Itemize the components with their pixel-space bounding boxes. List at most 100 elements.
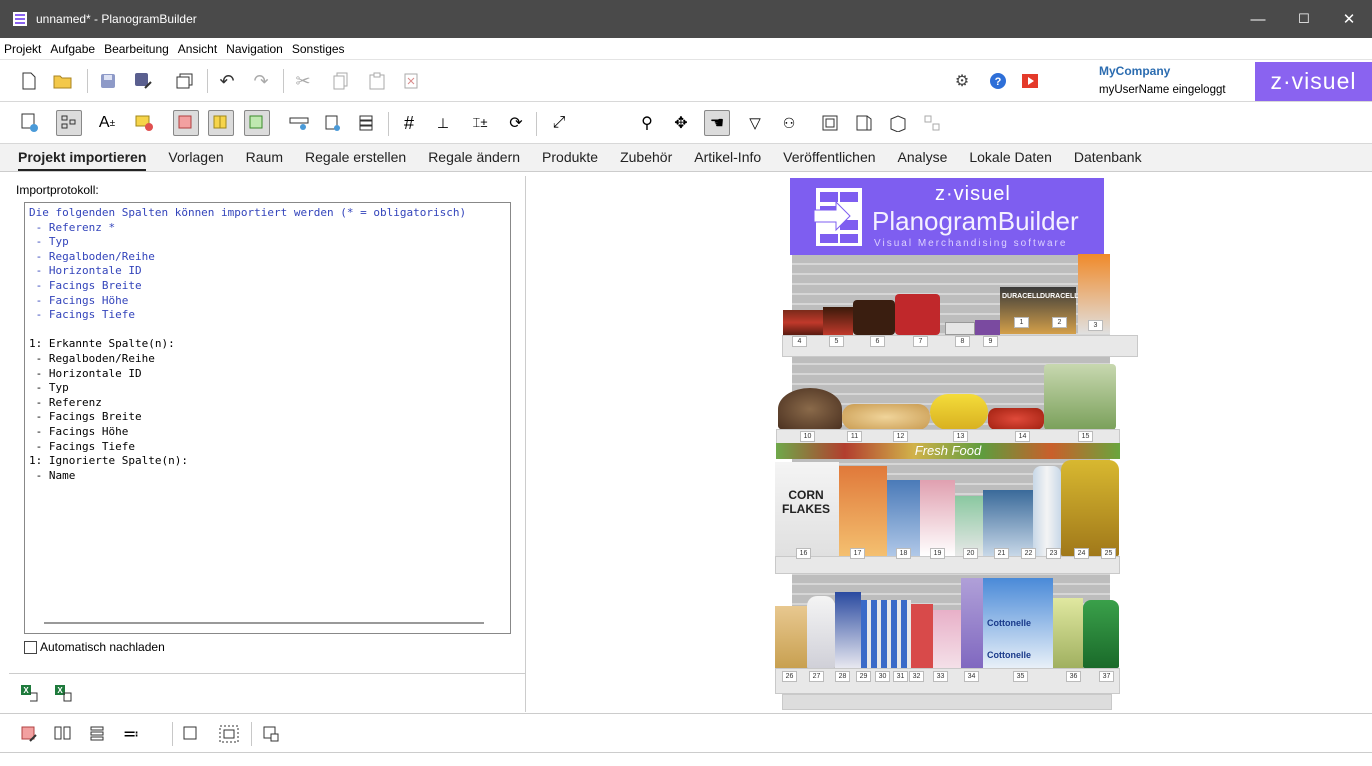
rolls-product[interactable] — [842, 404, 930, 430]
ruler-icon[interactable] — [286, 110, 312, 136]
expand-icon[interactable]: ⤢ — [546, 110, 572, 136]
corn-flakes-product[interactable]: CORN FLAKES — [775, 462, 839, 556]
autoload-checkbox[interactable]: Automatisch nachladen — [24, 640, 165, 654]
tab-projekt-importieren[interactable]: Projekt importieren — [18, 149, 147, 171]
text-size-icon[interactable]: A ± — [94, 110, 120, 136]
save-as-icon[interactable] — [132, 70, 154, 92]
banana-product[interactable] — [930, 394, 988, 430]
menu-ansicht[interactable]: Ansicht — [178, 42, 217, 56]
side-view-icon[interactable] — [851, 110, 877, 136]
detergent-product[interactable] — [1083, 600, 1119, 668]
copy-window-icon[interactable] — [174, 70, 196, 92]
tab-produkte[interactable]: Produkte — [542, 149, 598, 171]
tab-regale-aendern[interactable]: Regale ändern — [428, 149, 520, 171]
oil-bottle-product[interactable] — [1061, 460, 1119, 556]
cereal-product[interactable] — [887, 480, 920, 556]
water-bottle-product[interactable] — [1033, 466, 1061, 556]
shelf-green-icon[interactable] — [244, 110, 270, 136]
undo-icon[interactable]: ↶ — [216, 70, 238, 92]
jar-product[interactable] — [955, 496, 983, 556]
edit-spacing-icon[interactable]: ≕ — [120, 723, 142, 745]
spray-product[interactable] — [961, 578, 983, 668]
tab-raum[interactable]: Raum — [246, 149, 283, 171]
copy-icon[interactable] — [330, 70, 352, 92]
walk-icon[interactable]: ⚇ — [776, 110, 802, 136]
grid-icon[interactable]: # — [396, 110, 422, 136]
menu-navigation[interactable]: Navigation — [226, 42, 283, 56]
spacing-adjust-icon[interactable]: ⌶± — [467, 110, 493, 136]
horizontal-scrollbar[interactable] — [44, 622, 484, 624]
export-view-icon[interactable] — [260, 723, 282, 745]
video-play-icon[interactable] — [1019, 70, 1041, 92]
tab-artikel-info[interactable]: Artikel-Info — [694, 149, 761, 171]
close-button[interactable]: ✕ — [1326, 0, 1372, 38]
chocolate-bar-product[interactable] — [783, 310, 823, 335]
stacked-view-icon[interactable] — [354, 110, 380, 136]
product-highlight-icon[interactable] — [131, 110, 157, 136]
paste-icon[interactable] — [366, 70, 388, 92]
label-view-icon[interactable] — [320, 110, 346, 136]
help-icon[interactable]: ? — [987, 70, 1009, 92]
rice-product[interactable] — [839, 466, 887, 556]
settings-gear-icon[interactable]: ⚙ — [951, 70, 973, 92]
perspective-icon[interactable]: ▽ — [742, 110, 768, 136]
align-bottom-icon[interactable]: ⊥ — [430, 110, 456, 136]
save-icon[interactable] — [97, 70, 119, 92]
biscuits-product[interactable] — [920, 480, 955, 556]
tab-datenbank[interactable]: Datenbank — [1074, 149, 1142, 171]
tab-vorlagen[interactable]: Vorlagen — [168, 149, 223, 171]
edit-columns-icon[interactable] — [52, 723, 74, 745]
kitkat-product[interactable] — [895, 294, 940, 335]
maximize-button[interactable]: ☐ — [1281, 0, 1327, 38]
candy-product[interactable] — [975, 320, 1000, 335]
toilet-paper-product[interactable]: Cottonelle Cottonelle — [983, 578, 1053, 668]
menu-aufgabe[interactable]: Aufgabe — [50, 42, 95, 56]
new-file-icon[interactable] — [18, 70, 40, 92]
tab-regale-erstellen[interactable]: Regale erstellen — [305, 149, 406, 171]
gum-product[interactable] — [945, 322, 975, 335]
pan-hand-icon[interactable]: ☚ — [704, 110, 730, 136]
cans-product[interactable] — [983, 490, 1033, 556]
shampoo-product[interactable] — [775, 606, 807, 668]
menu-projekt[interactable]: Projekt — [4, 42, 41, 56]
orbit-icon[interactable]: ✥ — [668, 110, 694, 136]
shelf-view-icon[interactable] — [173, 110, 199, 136]
tissues-product[interactable] — [933, 610, 961, 668]
tomato-product[interactable] — [988, 408, 1044, 430]
open-folder-icon[interactable] — [52, 70, 74, 92]
tab-zubehoer[interactable]: Zubehör — [620, 149, 672, 171]
select-group-icon[interactable] — [218, 723, 240, 745]
cut-icon[interactable]: ✂ — [292, 70, 314, 92]
edit-rows-icon[interactable] — [87, 723, 109, 745]
import-log[interactable]: Die folgenden Spalten können importiert … — [24, 202, 511, 634]
list-view-icon[interactable] — [17, 110, 43, 136]
bread-product[interactable] — [778, 388, 842, 430]
deodorant-product[interactable] — [835, 592, 861, 668]
redo-icon[interactable]: ↷ — [250, 70, 272, 92]
3d-view-icon[interactable] — [885, 110, 911, 136]
excel-export-icon[interactable]: X — [54, 684, 74, 702]
toothbrush-product[interactable] — [911, 604, 933, 668]
toothpaste-product[interactable] — [861, 600, 911, 668]
shelf-split-icon[interactable] — [208, 110, 234, 136]
lotion-product[interactable] — [807, 596, 835, 668]
tab-veroeffentlichen[interactable]: Veröffentlichen — [783, 149, 875, 171]
menu-sonstiges[interactable]: Sonstiges — [292, 42, 345, 56]
tab-analyse[interactable]: Analyse — [898, 149, 948, 171]
hierarchy-view-icon[interactable] — [56, 110, 82, 136]
minimize-button[interactable]: — — [1235, 0, 1281, 38]
excel-import-icon[interactable]: X — [20, 684, 40, 702]
herbs-product[interactable] — [1044, 364, 1116, 430]
company-name[interactable]: MyCompany — [1099, 64, 1170, 78]
edit-product-icon[interactable] — [180, 723, 202, 745]
tab-lokale-daten[interactable]: Lokale Daten — [969, 149, 1052, 171]
layout-view-icon[interactable] — [919, 110, 945, 136]
front-view-icon[interactable] — [817, 110, 843, 136]
mm-bag-product[interactable] — [853, 300, 895, 335]
checkbox-box[interactable] — [24, 640, 37, 654]
wipes-product[interactable] — [1053, 598, 1083, 668]
menu-bearbeitung[interactable]: Bearbeitung — [104, 42, 169, 56]
delete-icon[interactable] — [400, 70, 422, 92]
chocolate-product[interactable] — [823, 307, 853, 335]
edit-shelf-icon[interactable] — [18, 723, 40, 745]
